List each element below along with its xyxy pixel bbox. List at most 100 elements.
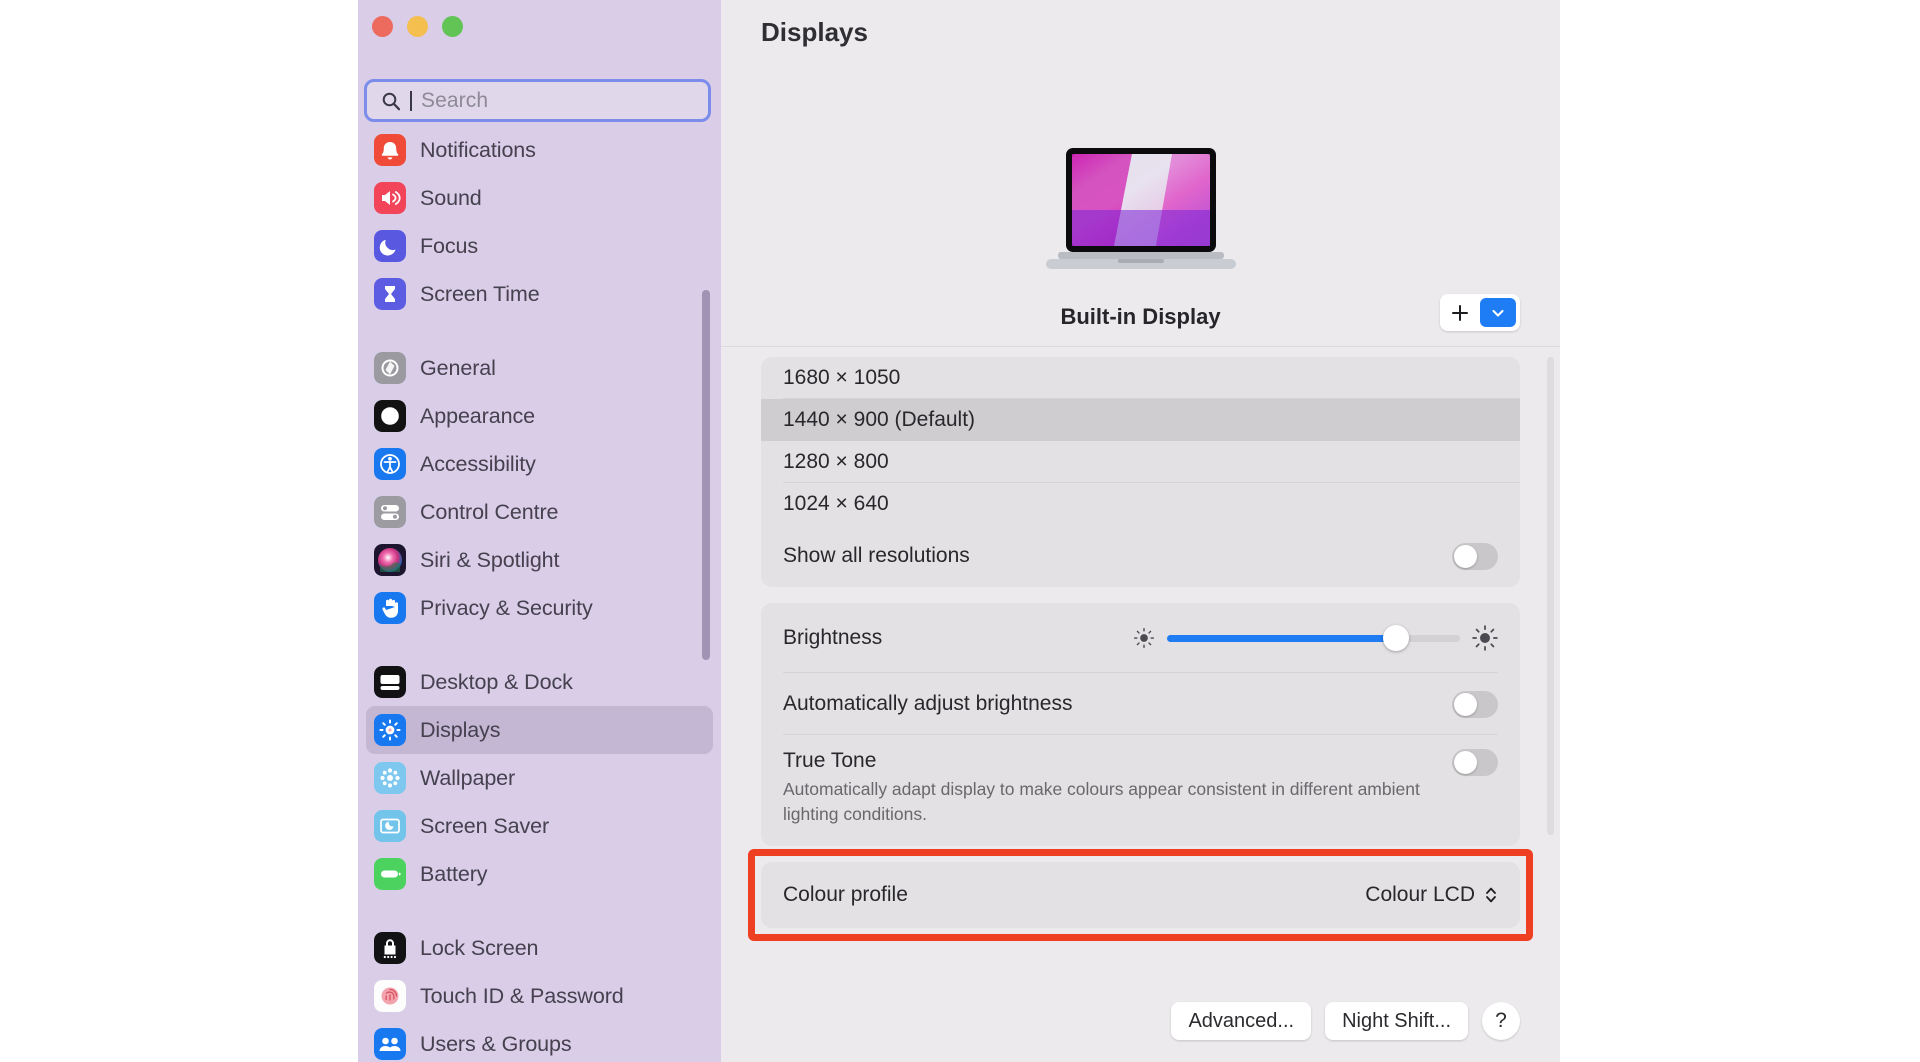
wallpaper-icon <box>374 762 406 794</box>
search-input[interactable]: Search <box>364 79 711 122</box>
sidebar-item-sound[interactable]: Sound <box>366 174 713 222</box>
sidebar-item-label: Siri & Spotlight <box>420 547 560 572</box>
sidebar-item-lock-screen[interactable]: Lock Screen <box>366 924 713 972</box>
main-scrollbar[interactable] <box>1547 357 1554 835</box>
add-display-control <box>1440 294 1520 331</box>
system-settings-window: Search Notifications Sound Focus Screen … <box>358 0 1560 1062</box>
up-down-chevron-icon <box>1486 887 1496 903</box>
desktop-dock-icon <box>374 666 406 698</box>
sidebar-item-touch-id[interactable]: Touch ID & Password <box>366 972 713 1020</box>
screenshot-root: Search Notifications Sound Focus Screen … <box>0 0 1920 1062</box>
users-groups-icon <box>374 1028 406 1060</box>
brightness-slider[interactable] <box>1167 625 1460 651</box>
sidebar-nav-list: Notifications Sound Focus Screen Time Ge… <box>358 126 721 1062</box>
minimize-window-button[interactable] <box>407 16 428 37</box>
sidebar-item-label: Displays <box>420 717 501 742</box>
night-shift-button[interactable]: Night Shift... <box>1325 1002 1468 1040</box>
accessibility-icon <box>374 448 406 480</box>
appearance-icon <box>374 400 406 432</box>
sidebar-item-label: Wallpaper <box>420 765 516 790</box>
resolution-label: 1680 × 1050 <box>783 366 901 389</box>
general-icon <box>374 352 406 384</box>
sidebar-item-label: Notifications <box>420 137 536 162</box>
brightness-card: Brightness Automatically adjust brightne… <box>761 603 1520 846</box>
sidebar-item-screen-saver[interactable]: Screen Saver <box>366 802 713 850</box>
sidebar-item-label: Screen Saver <box>420 813 550 838</box>
sidebar-item-siri-spotlight[interactable]: Siri & Spotlight <box>366 536 713 584</box>
sidebar-item-notifications[interactable]: Notifications <box>366 126 713 174</box>
siri-spotlight-icon <box>374 544 406 576</box>
sidebar-group-divider <box>358 898 721 924</box>
resolution-option[interactable]: 1024 × 640 <box>761 483 1520 525</box>
sidebar-item-control-centre[interactable]: Control Centre <box>366 488 713 536</box>
close-window-button[interactable] <box>372 16 393 37</box>
zoom-window-button[interactable] <box>442 16 463 37</box>
true-tone-toggle[interactable] <box>1452 749 1498 776</box>
brightness-row: Brightness <box>761 603 1520 673</box>
show-all-resolutions-row: Show all resolutions <box>761 525 1520 587</box>
colour-profile-row[interactable]: Colour profile Colour LCD <box>761 861 1520 928</box>
help-button[interactable]: ? <box>1482 1002 1520 1040</box>
sidebar-scrollbar[interactable] <box>702 290 710 660</box>
footer-button-group: Advanced... Night Shift... ? <box>1171 1002 1520 1040</box>
sidebar-item-label: General <box>420 355 496 380</box>
sidebar-item-label: Battery <box>420 861 488 886</box>
resolution-option[interactable]: 1680 × 1050 <box>761 357 1520 399</box>
chevron-down-icon <box>1492 309 1504 317</box>
brightness-slider-knob[interactable] <box>1382 625 1409 651</box>
row-divider <box>783 734 1498 735</box>
main-header: Displays Built-in Display <box>721 0 1560 347</box>
sidebar-scroll-area[interactable]: Notifications Sound Focus Screen Time Ge… <box>358 126 721 1062</box>
search-placeholder: Search <box>421 88 489 112</box>
add-display-button[interactable] <box>1440 294 1480 331</box>
privacy-security-icon <box>374 592 406 624</box>
focus-icon <box>374 230 406 262</box>
resolution-label: 1024 × 640 <box>783 492 889 515</box>
resolution-label: 1440 × 900 (Default) <box>783 408 976 431</box>
sidebar-item-label: Focus <box>420 233 479 258</box>
brightness-high-icon <box>1472 625 1498 651</box>
sidebar-item-general[interactable]: General <box>366 344 713 392</box>
sidebar-item-label: Lock Screen <box>420 935 539 960</box>
resolution-option-selected[interactable]: 1440 × 900 (Default) <box>761 399 1520 441</box>
control-centre-icon <box>374 496 406 528</box>
sidebar-item-displays[interactable]: Displays <box>366 706 713 754</box>
sidebar-item-label: Desktop & Dock <box>420 669 573 694</box>
show-all-resolutions-toggle[interactable] <box>1452 542 1498 570</box>
auto-brightness-toggle[interactable] <box>1452 690 1498 718</box>
resolution-option[interactable]: 1280 × 800 <box>761 441 1520 483</box>
sidebar-item-wallpaper[interactable]: Wallpaper <box>366 754 713 802</box>
sidebar-item-battery[interactable]: Battery <box>366 850 713 898</box>
sidebar-item-desktop-dock[interactable]: Desktop & Dock <box>366 658 713 706</box>
sidebar-item-label: Touch ID & Password <box>420 983 624 1008</box>
macbook-illustration <box>1045 148 1236 269</box>
search-text-caret <box>410 90 412 111</box>
sidebar-item-label: Control Centre <box>420 499 559 524</box>
displays-icon <box>374 714 406 746</box>
toggle-knob <box>1454 751 1477 774</box>
sidebar-item-privacy-security[interactable]: Privacy & Security <box>366 584 713 632</box>
advanced-button[interactable]: Advanced... <box>1171 1002 1312 1040</box>
sidebar-item-label: Accessibility <box>420 451 536 476</box>
sidebar-item-screen-time[interactable]: Screen Time <box>366 270 713 318</box>
colour-profile-popup-button[interactable]: Colour LCD <box>1365 883 1498 907</box>
resolution-card: 1680 × 1050 1440 × 900 (Default) 1280 × … <box>761 357 1520 587</box>
sidebar-item-users-groups[interactable]: Users & Groups <box>366 1020 713 1062</box>
sidebar: Search Notifications Sound Focus Screen … <box>358 0 721 1062</box>
display-name-label: Built-in Display <box>1060 304 1221 329</box>
auto-brightness-row: Automatically adjust brightness <box>761 673 1520 735</box>
search-icon <box>382 92 401 110</box>
sidebar-item-accessibility[interactable]: Accessibility <box>366 440 713 488</box>
sidebar-item-appearance[interactable]: Appearance <box>366 392 713 440</box>
brightness-slider-fill <box>1167 634 1396 642</box>
brightness-slider-area <box>1133 625 1498 651</box>
resolution-list: 1680 × 1050 1440 × 900 (Default) 1280 × … <box>761 357 1520 525</box>
settings-scroll-area[interactable]: 1680 × 1050 1440 × 900 (Default) 1280 × … <box>721 347 1560 1062</box>
sidebar-item-focus[interactable]: Focus <box>366 222 713 270</box>
sidebar-item-label: Privacy & Security <box>420 595 593 620</box>
sidebar-item-label: Sound <box>420 185 482 210</box>
display-options-dropdown-button[interactable] <box>1480 298 1516 327</box>
brightness-label: Brightness <box>783 626 883 649</box>
show-all-resolutions-label: Show all resolutions <box>783 544 970 567</box>
traffic-lights <box>372 16 463 37</box>
